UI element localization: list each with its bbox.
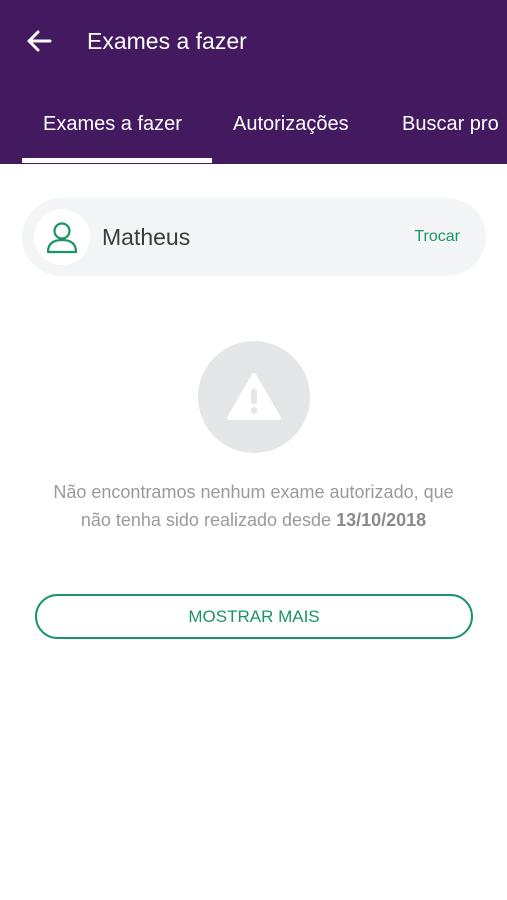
app-bar: Exames a fazer Exames a fazer Autorizaçõ… [0, 0, 507, 164]
tab-bar: Exames a fazer Autorizações Buscar pro [0, 96, 507, 164]
page-title: Exames a fazer [87, 28, 247, 54]
tab-buscar[interactable]: Buscar pro [402, 96, 499, 164]
tab-autorizacoes[interactable]: Autorizações [233, 96, 349, 164]
back-button[interactable] [22, 24, 56, 58]
selected-tab-indicator [22, 158, 212, 163]
empty-state-illustration [198, 341, 310, 453]
switch-user-link[interactable]: Trocar [414, 226, 460, 248]
show-more-button[interactable]: MOSTRAR MAIS [35, 594, 473, 639]
warning-icon [227, 373, 281, 420]
arrow-left-icon [27, 30, 52, 52]
user-icon [46, 222, 78, 254]
avatar [34, 209, 90, 265]
user-name: Matheus [102, 224, 191, 250]
empty-state-message: Não encontramos nenhum exame autorizado,… [40, 478, 467, 534]
empty-state-date: 13/10/2018 [336, 510, 427, 530]
user-card: Matheus Trocar [22, 198, 486, 276]
tab-exames-a-fazer[interactable]: Exames a fazer [43, 96, 182, 164]
